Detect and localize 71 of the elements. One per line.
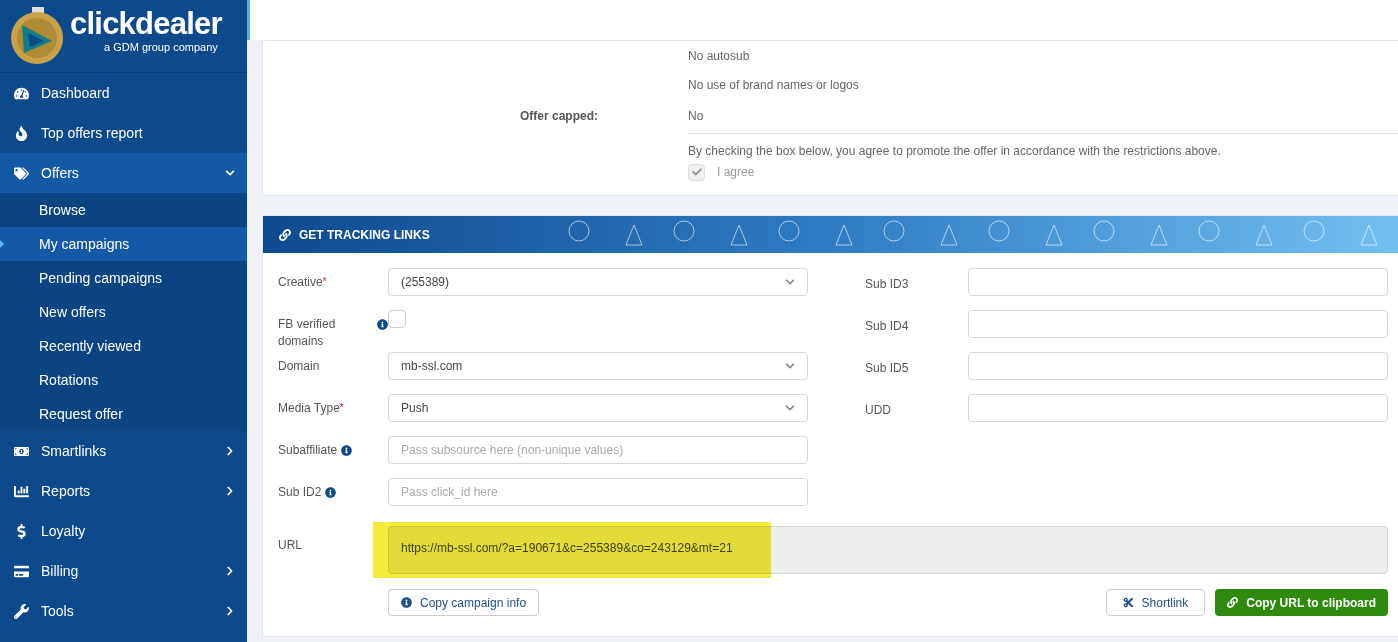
select-field[interactable]: (255389) <box>388 268 808 296</box>
link-icon <box>279 228 291 241</box>
sidebar-item[interactable]: Top offers report <box>0 113 247 153</box>
dashboard-icon <box>14 85 29 101</box>
sidebar-subitem[interactable]: Pending campaigns <box>0 261 247 295</box>
field-label: FB verified domains <box>278 316 337 350</box>
field-label: Media Type <box>278 400 340 417</box>
wrench-icon <box>14 603 29 619</box>
chevron-down-icon <box>225 168 235 178</box>
agreement-text: By checking the box below, you agree to promote the offer in accordance with the restrictions above. <box>688 143 1222 160</box>
chevron-down-icon <box>785 277 795 287</box>
chevron-right-icon <box>225 486 235 496</box>
checkbox-label: I agree <box>717 164 755 181</box>
field-value: No <box>688 108 704 125</box>
required-asterisk: * <box>339 401 344 413</box>
chevron-right-icon <box>225 606 235 616</box>
field-label: Domain <box>278 358 320 375</box>
sidebar-item[interactable]: Loyalty <box>0 511 247 551</box>
sidebar-item[interactable]: Billing <box>0 551 247 591</box>
copy-url-button[interactable]: Copy URL to clipboard <box>1215 589 1388 616</box>
field-label: Sub ID3 <box>865 277 909 291</box>
bar-chart-icon <box>14 483 29 499</box>
required-asterisk: * <box>322 275 327 289</box>
tags-icon <box>14 165 29 181</box>
sidebar-subitem[interactable]: New offers <box>0 295 247 329</box>
restriction-text: No autosub <box>688 47 750 65</box>
chevron-right-icon <box>225 446 235 456</box>
sidebar-subitem[interactable]: Recently viewed <box>0 329 247 363</box>
logo-tagline: a GDM group company <box>104 41 219 53</box>
text-field[interactable] <box>968 352 1388 380</box>
field-label: Sub ID2 <box>278 484 322 501</box>
field-label: Sub ID5 <box>865 361 909 375</box>
select-field[interactable]: mb-ssl.com <box>388 352 808 380</box>
link-icon <box>1227 597 1239 608</box>
active-marker-icon <box>0 240 4 248</box>
sidebar-subitem[interactable]: Request offer <box>0 397 247 431</box>
chevron-right-icon <box>225 566 235 576</box>
logo-wordmark: clickdealer <box>70 7 222 41</box>
sidebar-item[interactable]: Dashboard <box>0 73 247 113</box>
info-icon <box>401 597 412 608</box>
credit-card-icon <box>14 563 29 579</box>
sidebar-item[interactable]: Smartlinks <box>0 431 247 471</box>
sidebar-subitem[interactable]: Browse <box>0 193 247 227</box>
shortlink-button[interactable]: Shortlink <box>1105 589 1206 616</box>
select-field[interactable]: Push <box>388 394 808 422</box>
chevron-down-icon <box>785 361 795 371</box>
logo-icon <box>8 7 66 65</box>
card-title: GET TRACKING LINKS <box>299 226 430 244</box>
sidebar-item[interactable]: Offers <box>0 153 247 193</box>
copy-info-button[interactable]: Copy campaign info <box>388 589 540 616</box>
field-label: Creative <box>278 274 323 291</box>
field-label: Sub ID4 <box>865 319 909 333</box>
restriction-text: No use of brand names or logos <box>688 76 859 94</box>
chevron-down-icon <box>785 403 795 413</box>
text-field[interactable]: Pass click_id here <box>388 478 808 506</box>
field-label: Offer capped: <box>519 108 598 125</box>
checkbox[interactable] <box>388 310 406 328</box>
sidebar-subitem[interactable]: Rotations <box>0 363 247 397</box>
sidebar-item[interactable]: Tools <box>0 591 247 631</box>
field-label: URL <box>278 538 302 552</box>
flame-icon <box>14 125 29 141</box>
sidebar-item[interactable]: Reports <box>0 471 247 511</box>
text-field[interactable] <box>968 268 1388 296</box>
field-label: UDD <box>865 403 891 417</box>
text-field[interactable] <box>968 394 1388 422</box>
sidebar-subitem[interactable]: My campaigns <box>0 227 247 261</box>
field-label: Subaffiliate <box>278 442 338 459</box>
scissors-icon <box>1122 597 1134 608</box>
check-icon <box>691 167 702 177</box>
text-field[interactable] <box>968 310 1388 338</box>
text-field[interactable]: Pass subsource here (non-unique values) <box>388 436 808 464</box>
